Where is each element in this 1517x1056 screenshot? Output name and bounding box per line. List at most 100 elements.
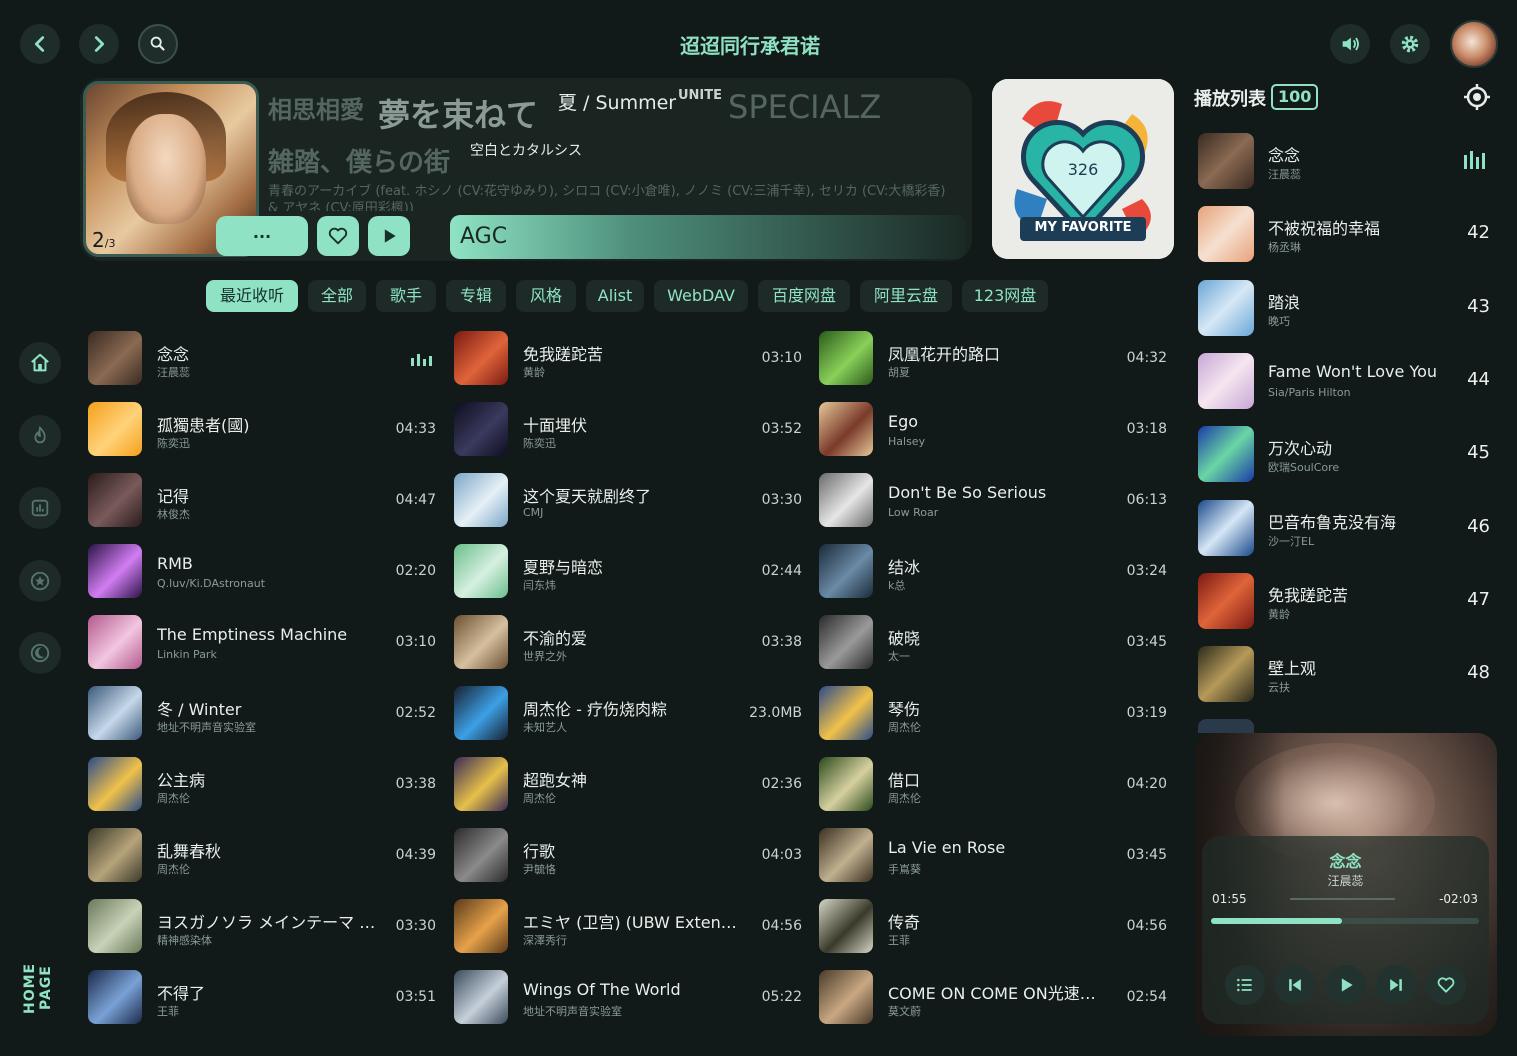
song-item[interactable]: La Vie en Rose 手嶌葵 03:45 [819, 826, 1167, 884]
nav-charts[interactable] [19, 487, 61, 529]
filter-recent[interactable]: 最近收听 [206, 280, 298, 312]
song-artist: 闫东炜 [523, 579, 556, 592]
song-title: 冬 / Winter [157, 700, 242, 719]
song-cover [88, 828, 142, 882]
playlist-button[interactable] [1225, 965, 1265, 1005]
tag-item[interactable]: SPECIALZ [728, 88, 881, 126]
favorite-button[interactable] [1426, 965, 1466, 1005]
song-artist: 黄龄 [523, 366, 545, 379]
filter-123pan[interactable]: 123网盘 [962, 280, 1048, 312]
song-title: COME ON COME ON光速飛翔 [888, 984, 1108, 1003]
song-item[interactable]: 念念 汪晨蕊 [88, 329, 436, 387]
song-cover [819, 899, 873, 953]
song-artist: 深澤秀行 [523, 934, 567, 947]
locate-button[interactable] [1462, 82, 1492, 112]
song-title: Ego [888, 412, 919, 431]
filter-webdav[interactable]: WebDAV [654, 280, 748, 312]
song-artist: 世界之外 [523, 650, 567, 663]
song-item[interactable]: 记得 林俊杰 04:47 [88, 471, 436, 529]
song-artist: 王菲 [157, 1005, 179, 1018]
tag-item[interactable]: 雑踏、僕らの街 [268, 142, 450, 179]
filter-baidu[interactable]: 百度网盘 [758, 280, 850, 312]
song-item[interactable]: 十面埋伏 陈奕迅 03:52 [454, 400, 802, 458]
tag-item[interactable]: 相思相愛 [268, 90, 364, 125]
filter-album[interactable]: 专辑 [446, 280, 506, 312]
song-title: The Emptiness Machine [157, 625, 348, 644]
playlist-item[interactable]: 壁上观 云扶 48 [1198, 646, 1498, 703]
nav-night-mode[interactable] [19, 632, 61, 674]
playlist-item[interactable]: 免我蹉跎苦 黄龄 47 [1198, 572, 1498, 629]
playlist-item[interactable]: 念念 汪晨蕊 [1198, 133, 1498, 189]
like-button[interactable] [317, 216, 359, 256]
tag-item[interactable]: 夏 / Summer [558, 88, 676, 115]
tag-item[interactable]: 空白とカタルシス [470, 140, 582, 160]
tag-item[interactable]: 夢を束ねて [378, 90, 538, 136]
song-duration: 03:52 [761, 421, 802, 437]
song-item[interactable]: 乱舞春秋 周杰伦 04:39 [88, 826, 436, 884]
song-item[interactable]: RMB Q.luv/Ki.DAstronaut 02:20 [88, 542, 436, 600]
playlist-item[interactable]: 不被祝福的幸福 杨丞琳 42 [1198, 206, 1498, 263]
song-item[interactable]: Ego Halsey 03:18 [819, 400, 1167, 458]
filter-artist[interactable]: 歌手 [376, 280, 436, 312]
filter-all[interactable]: 全部 [308, 280, 366, 312]
play-button[interactable] [1326, 965, 1366, 1005]
song-item[interactable]: 这个夏天就剧终了 CMJ 03:30 [454, 471, 802, 529]
song-item[interactable]: 超跑女神 周杰伦 02:36 [454, 755, 802, 813]
song-item[interactable]: エミヤ (卫宫) (UBW Extended Version) 深澤秀行 04:56 [454, 897, 802, 955]
home-page-label: HOME PAGE [22, 962, 54, 1014]
song-item[interactable]: 破晓 太一 03:45 [819, 613, 1167, 671]
forward-button[interactable] [79, 24, 119, 64]
song-item[interactable]: 行歌 尹毓恪 04:03 [454, 826, 802, 884]
chevron-left-icon [34, 36, 45, 52]
song-item[interactable]: 孤獨患者(國) 陈奕迅 04:33 [88, 400, 436, 458]
song-item[interactable]: 不渝的爱 世界之外 03:38 [454, 613, 802, 671]
song-item[interactable]: 借口 周杰伦 04:20 [819, 755, 1167, 813]
list-icon [1237, 978, 1252, 992]
song-item[interactable]: 周杰伦 - 疗伤烧肉粽 未知艺人 23.0MB [454, 684, 802, 742]
filter-aliyun[interactable]: 阿里云盘 [860, 280, 952, 312]
more-button[interactable]: ··· [216, 216, 308, 256]
playlist-item[interactable]: 踏浪 晚巧 43 [1198, 279, 1498, 336]
song-item[interactable]: Wings Of The World 地址不明声音实验室 05:22 [454, 968, 802, 1026]
avatar[interactable] [1450, 20, 1498, 68]
song-item[interactable]: 公主病 周杰伦 03:38 [88, 755, 436, 813]
song-item[interactable]: 免我蹉跎苦 黄龄 03:10 [454, 329, 802, 387]
song-item[interactable]: 传奇 王菲 04:56 [819, 897, 1167, 955]
tag-item[interactable]: 青春のアーカイブ (feat. ホシノ (CV:花守ゆみり), シロコ (CV:… [268, 183, 958, 211]
song-item[interactable]: 凤凰花开的路口 胡夏 04:32 [819, 329, 1167, 387]
song-item[interactable]: 冬 / Winter 地址不明声音实验室 02:52 [88, 684, 436, 742]
next-button[interactable] [1376, 965, 1416, 1005]
nav-home[interactable] [19, 342, 61, 384]
playlist-item-title: 免我蹉跎苦 [1268, 585, 1349, 605]
nav-favorites[interactable] [19, 560, 61, 602]
song-item[interactable]: ヨスガノソラ メインテーマ -遠い空へ- 精神感染体 03:30 [88, 897, 436, 955]
previous-button[interactable] [1275, 965, 1315, 1005]
play-hero-button[interactable] [368, 216, 410, 256]
playlist-item[interactable]: 巴音布鲁克没有海 沙一汀EL 46 [1198, 499, 1498, 556]
song-item[interactable]: 夏野与暗恋 闫东炜 02:44 [454, 542, 802, 600]
nav-trending[interactable] [19, 415, 61, 457]
song-item[interactable]: COME ON COME ON光速飛翔 莫文蔚 02:54 [819, 968, 1167, 1026]
progress-bar[interactable] [1211, 918, 1479, 924]
song-item[interactable]: Don't Be So Serious Low Roar 06:13 [819, 471, 1167, 529]
song-item[interactable]: The Emptiness Machine Linkin Park 03:10 [88, 613, 436, 671]
playlist-item[interactable]: 万次心动 欧瑞SoulCore 45 [1198, 426, 1498, 483]
song-cover [819, 544, 873, 598]
filter-genre[interactable]: 风格 [516, 280, 576, 312]
playlist-item-title: 万次心动 [1268, 439, 1333, 459]
song-title: 不得了 [157, 984, 206, 1003]
filter-alist[interactable]: Alist [586, 280, 644, 312]
search-button[interactable] [138, 24, 178, 64]
tag-item[interactable]: UNITE [678, 88, 722, 103]
song-item[interactable]: 不得了 王菲 03:51 [88, 968, 436, 1026]
song-item[interactable]: 琴伤 周杰伦 03:19 [819, 684, 1167, 742]
settings-button[interactable] [1390, 24, 1430, 64]
playlist-item-title: 念念 [1268, 146, 1301, 165]
volume-button[interactable] [1330, 24, 1370, 64]
hero-page-indicator: 2/3 [92, 228, 116, 252]
my-favorite-card[interactable]: 326 MY FAVORITE [992, 79, 1174, 259]
back-button[interactable] [20, 24, 60, 64]
song-item[interactable]: 结冰 k总 03:24 [819, 542, 1167, 600]
agc-button[interactable]: AGC [450, 215, 966, 259]
playlist-item[interactable]: Fame Won't Love You Sia/Paris Hilton 44 [1198, 352, 1498, 409]
